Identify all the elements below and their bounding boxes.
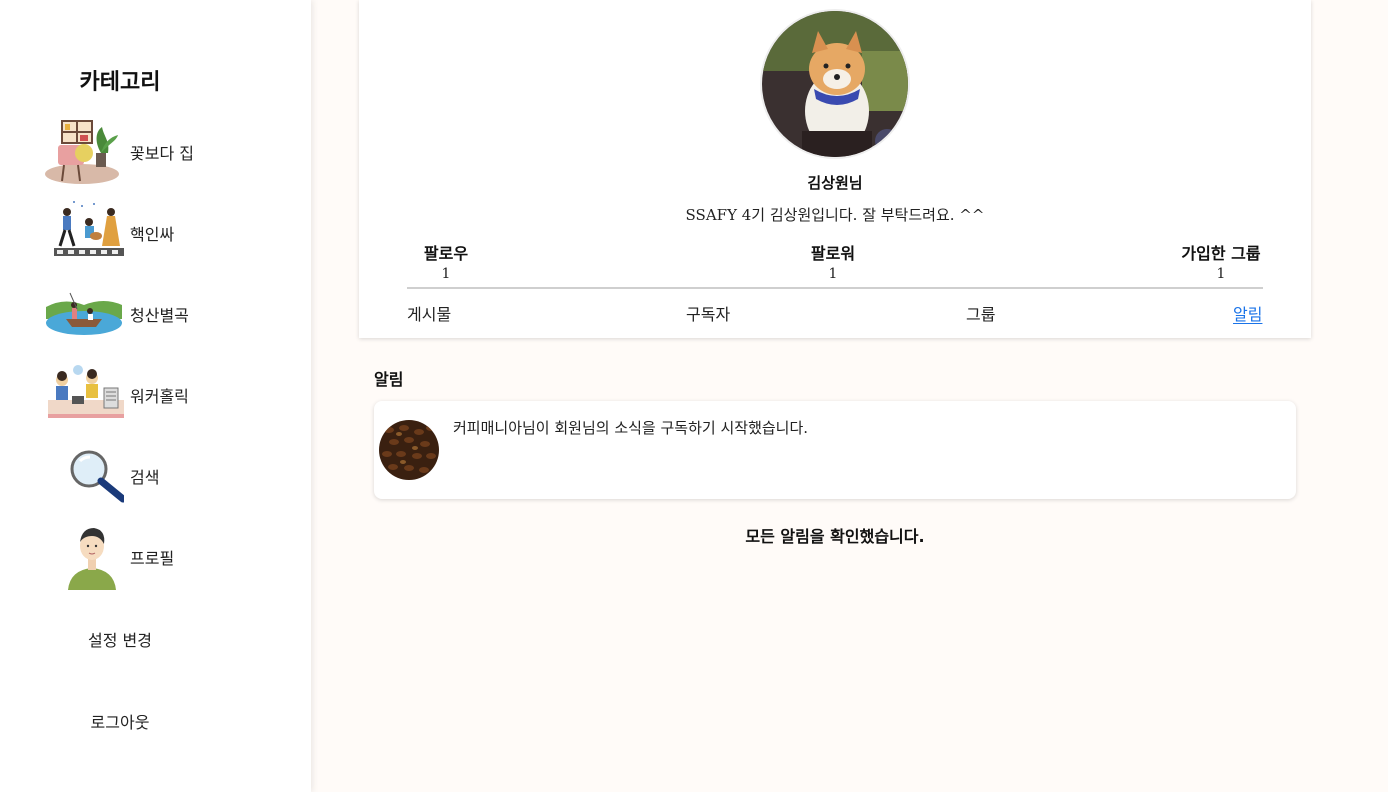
notification-avatar bbox=[379, 420, 439, 480]
sidebar-item-label: 프로필 bbox=[130, 549, 175, 568]
profile-bio: SSAFY 4기 김상원입니다. 잘 부탁드려요. ^^ bbox=[685, 206, 985, 224]
profile-card: 김상원님 SSAFY 4기 김상원입니다. 잘 부탁드려요. ^^ 팔로우 1 … bbox=[359, 0, 1311, 338]
sidebar-item-insider[interactable]: 핵인싸 bbox=[44, 198, 244, 268]
boat-river-illustration bbox=[44, 279, 124, 349]
sidebar-item-search[interactable]: 검색 bbox=[44, 441, 244, 511]
notifications-title: 알림 bbox=[374, 370, 404, 389]
tab-posts[interactable]: 게시물 bbox=[407, 301, 451, 325]
sidebar-item-profile[interactable]: 프로필 bbox=[44, 522, 244, 592]
sidebar-item-nature[interactable]: 청산별곡 bbox=[44, 279, 244, 349]
sidebar-item-label: 청산별곡 bbox=[130, 306, 189, 325]
tab-notifications[interactable]: 알림 bbox=[1233, 301, 1262, 325]
notifications-footer: 모든 알림을 확인했습니다. bbox=[745, 527, 925, 546]
profile-username: 김상원님 bbox=[807, 174, 863, 192]
logout-link[interactable]: 로그아웃 bbox=[0, 709, 240, 733]
magnifier-icon bbox=[44, 441, 127, 511]
stat-value: 1 bbox=[441, 266, 451, 282]
sidebar-title: 카테고리 bbox=[79, 70, 161, 95]
stat-followers[interactable]: 팔로워 1 bbox=[773, 240, 893, 282]
notification-item[interactable]: 커피매니아님이 회원님의 소식을 구독하기 시작했습니다. bbox=[374, 401, 1296, 499]
sidebar-item-home[interactable]: 꽃보다 집 bbox=[44, 117, 244, 187]
sidebar-item-label: 검색 bbox=[130, 468, 160, 487]
sidebar: 카테고리 꽃보다 집 핵인싸 청산별곡 워커홀릭 검색 프로필 설정 변경 로그… bbox=[0, 0, 311, 792]
notification-text: 커피매니아님이 회원님의 소식을 구독하기 시작했습니다. bbox=[453, 419, 809, 437]
home-garden-illustration bbox=[44, 117, 124, 187]
stat-label: 가입한 그룹 bbox=[1181, 244, 1261, 263]
profile-avatar bbox=[760, 9, 910, 159]
stat-following[interactable]: 팔로우 1 bbox=[386, 240, 506, 282]
office-workers-illustration bbox=[44, 360, 124, 430]
stat-label: 팔로워 bbox=[810, 244, 856, 263]
stat-label: 팔로우 bbox=[423, 244, 469, 263]
sidebar-item-label: 워커홀릭 bbox=[130, 387, 189, 406]
sidebar-item-label: 핵인싸 bbox=[130, 225, 175, 244]
tab-subscribers[interactable]: 구독자 bbox=[686, 301, 730, 325]
band-performance-illustration bbox=[44, 198, 130, 268]
sidebar-item-workaholic[interactable]: 워커홀릭 bbox=[44, 360, 244, 430]
person-avatar-illustration bbox=[44, 522, 124, 592]
sidebar-item-label: 꽃보다 집 bbox=[130, 144, 194, 163]
stat-value: 1 bbox=[828, 266, 838, 282]
stat-groups[interactable]: 가입한 그룹 1 bbox=[1161, 240, 1281, 282]
divider bbox=[407, 287, 1263, 289]
stat-value: 1 bbox=[1216, 266, 1226, 282]
tab-groups[interactable]: 그룹 bbox=[966, 301, 995, 325]
settings-link[interactable]: 설정 변경 bbox=[0, 627, 240, 651]
